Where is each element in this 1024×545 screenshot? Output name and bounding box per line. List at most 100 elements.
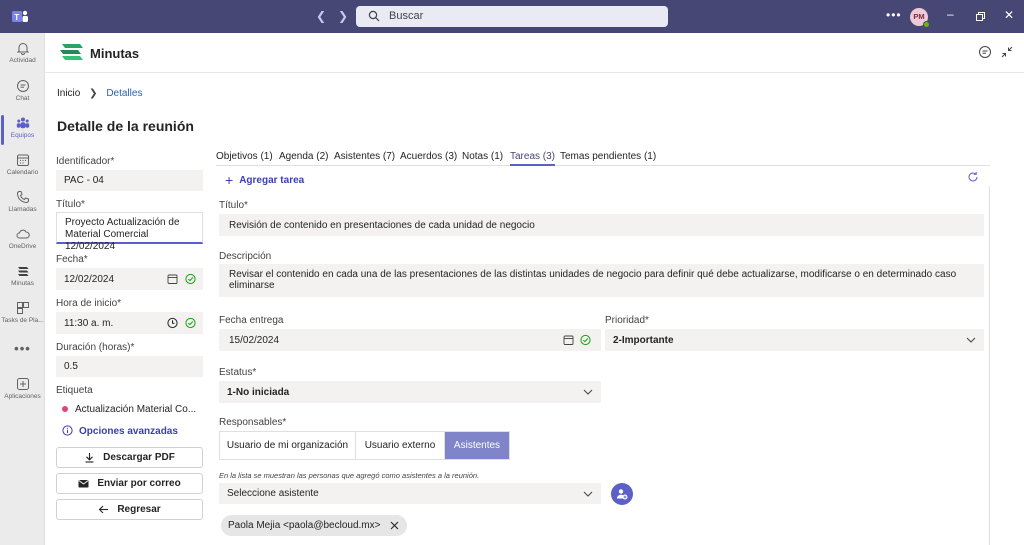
back-button[interactable]: Regresar bbox=[56, 499, 203, 520]
app-header: Minutas bbox=[45, 33, 1024, 73]
close-window-icon[interactable]: ✕ bbox=[1004, 8, 1014, 22]
collapse-icon[interactable] bbox=[1000, 45, 1014, 59]
task-titulo-field[interactable]: Revisión de contenido en presentaciones … bbox=[219, 214, 984, 236]
user-avatar[interactable]: PM bbox=[910, 8, 930, 28]
tab-tareas[interactable]: Tareas (3) bbox=[510, 151, 556, 166]
rail-label: Actividad bbox=[9, 57, 36, 64]
rail-label: Chat bbox=[15, 95, 30, 102]
breadcrumb-current[interactable]: Detalles bbox=[106, 88, 142, 99]
check-circle-icon bbox=[580, 334, 591, 346]
refresh-icon[interactable] bbox=[967, 171, 979, 183]
identificador-label: Identificador* bbox=[56, 156, 115, 167]
avatar-initials: PM bbox=[913, 12, 925, 21]
option-asistentes[interactable]: Asistentes bbox=[445, 432, 509, 459]
rail-item-aplicaciones[interactable]: Aplicaciones bbox=[0, 373, 45, 409]
minimize-icon[interactable]: – bbox=[947, 7, 954, 21]
person-add-icon bbox=[617, 489, 628, 500]
restore-icon[interactable] bbox=[976, 12, 985, 21]
send-email-button[interactable]: Enviar por correo bbox=[56, 473, 203, 494]
fecha-value: 12/02/2024 bbox=[64, 273, 115, 285]
identificador-field[interactable]: PAC - 04 bbox=[56, 170, 203, 191]
prioridad-dropdown[interactable]: 2-Importante bbox=[605, 329, 984, 351]
download-pdf-button[interactable]: Descargar PDF bbox=[56, 447, 203, 468]
duracion-value: 0.5 bbox=[64, 361, 78, 372]
rail-item-equipos[interactable]: Equipos bbox=[0, 112, 45, 148]
back-arrow-icon[interactable]: ❮ bbox=[316, 9, 326, 23]
chevron-down-icon bbox=[583, 389, 593, 395]
asistente-placeholder: Seleccione asistente bbox=[227, 488, 319, 499]
assigned-person-chip: Paola Mejia <paola@becloud.mx> bbox=[221, 515, 408, 536]
fecha-entrega-label: Fecha entrega bbox=[219, 315, 284, 326]
add-task-button[interactable]: + Agregar tarea bbox=[225, 172, 304, 188]
titulo-value-line2: Material Comercial 12/02/2024 bbox=[65, 229, 149, 252]
search-box[interactable]: Buscar bbox=[356, 6, 668, 27]
minutas-logo-icon bbox=[60, 44, 83, 60]
responsables-label: Responsables* bbox=[219, 417, 287, 428]
download-pdf-label: Descargar PDF bbox=[103, 452, 175, 463]
more-apps-icon[interactable]: ••• bbox=[0, 341, 45, 356]
option-usuario-externo[interactable]: Usuario externo bbox=[356, 432, 445, 459]
advanced-options-link[interactable]: Opciones avanzadas bbox=[62, 425, 178, 437]
descripcion-field[interactable]: Revisar el contenido en cada una de las … bbox=[219, 264, 984, 297]
calendar-icon[interactable] bbox=[167, 274, 178, 285]
back-label: Regresar bbox=[117, 504, 161, 515]
add-apps-icon bbox=[16, 378, 29, 390]
check-circle-icon bbox=[185, 317, 196, 329]
rail-item-actividad[interactable]: Actividad bbox=[0, 37, 45, 73]
fecha-field[interactable]: 12/02/2024 bbox=[56, 268, 203, 290]
rail-item-llamadas[interactable]: Llamadas bbox=[0, 186, 45, 222]
download-icon bbox=[85, 453, 94, 463]
check-circle-icon bbox=[185, 273, 196, 285]
titulo-value-line1: Proyecto Actualización de bbox=[65, 217, 180, 228]
rail-label: Tasks de Pla... bbox=[1, 317, 44, 324]
chevron-down-icon bbox=[966, 337, 976, 343]
info-icon bbox=[62, 425, 73, 436]
assigned-person-label: Paola Mejia <paola@becloud.mx> bbox=[228, 520, 381, 531]
fecha-entrega-value: 15/02/2024 bbox=[229, 334, 280, 346]
hora-value: 11:30 a. m. bbox=[64, 317, 114, 329]
rail-item-calendario[interactable]: Calendario bbox=[0, 149, 45, 185]
search-placeholder: Buscar bbox=[389, 10, 424, 22]
titulo-field[interactable]: Proyecto Actualización de Material Comer… bbox=[56, 212, 203, 252]
rail-item-minutas[interactable]: Minutas bbox=[0, 260, 45, 296]
breadcrumb-home[interactable]: Inicio bbox=[57, 88, 80, 99]
add-task-label: Agregar tarea bbox=[239, 175, 305, 186]
option-usuario-organizacion[interactable]: Usuario de mi organización bbox=[220, 432, 356, 459]
chat-bubble-icon[interactable] bbox=[978, 45, 992, 59]
rail-label: Llamadas bbox=[8, 206, 37, 213]
hora-field[interactable]: 11:30 a. m. bbox=[56, 312, 203, 334]
tab-temas-pendientes[interactable]: Temas pendientes (1) bbox=[560, 151, 656, 162]
fecha-label: Fecha* bbox=[56, 254, 88, 265]
estatus-dropdown[interactable]: 1-No iniciada bbox=[219, 381, 601, 403]
title-bar: T ❮ ❯ Buscar ••• PM – ✕ bbox=[0, 0, 1024, 33]
rail-item-tasks[interactable]: Tasks de Pla... bbox=[0, 297, 45, 333]
calendar-icon[interactable] bbox=[563, 335, 574, 346]
estatus-label: Estatus* bbox=[219, 367, 257, 378]
fecha-entrega-field[interactable]: 15/02/2024 bbox=[219, 329, 601, 351]
etiqueta-value[interactable]: Actualización Material Co... bbox=[75, 404, 196, 415]
app-rail: Actividad Chat Equipos Calendario Llamad… bbox=[0, 33, 45, 545]
descripcion-label: Descripción bbox=[219, 251, 272, 262]
forward-arrow-icon[interactable]: ❯ bbox=[338, 9, 348, 23]
tab-acuerdos[interactable]: Acuerdos (3) bbox=[400, 151, 457, 162]
bell-icon bbox=[16, 43, 29, 55]
tab-objetivos[interactable]: Objetivos (1) bbox=[216, 151, 273, 162]
tab-agenda[interactable]: Agenda (2) bbox=[279, 151, 328, 162]
mail-icon bbox=[78, 480, 89, 488]
duracion-field[interactable]: 0.5 bbox=[56, 356, 203, 377]
teams-icon bbox=[16, 117, 29, 129]
add-person-button[interactable] bbox=[611, 483, 633, 505]
rail-item-chat[interactable]: Chat bbox=[0, 75, 45, 111]
tasks-icon bbox=[16, 302, 29, 314]
tab-notas[interactable]: Notas (1) bbox=[462, 151, 503, 162]
hora-label: Hora de inicio* bbox=[56, 298, 122, 309]
remove-icon[interactable] bbox=[390, 521, 399, 530]
clock-icon[interactable] bbox=[167, 317, 178, 329]
duracion-label: Duración (horas)* bbox=[56, 342, 135, 353]
more-options-icon[interactable]: ••• bbox=[886, 8, 902, 22]
rail-item-onedrive[interactable]: OneDrive bbox=[0, 223, 45, 259]
arrow-left-icon bbox=[99, 505, 109, 514]
chat-icon bbox=[16, 80, 29, 92]
tab-asistentes[interactable]: Asistentes (7) bbox=[334, 151, 395, 162]
asistente-dropdown[interactable]: Seleccione asistente bbox=[219, 483, 601, 504]
